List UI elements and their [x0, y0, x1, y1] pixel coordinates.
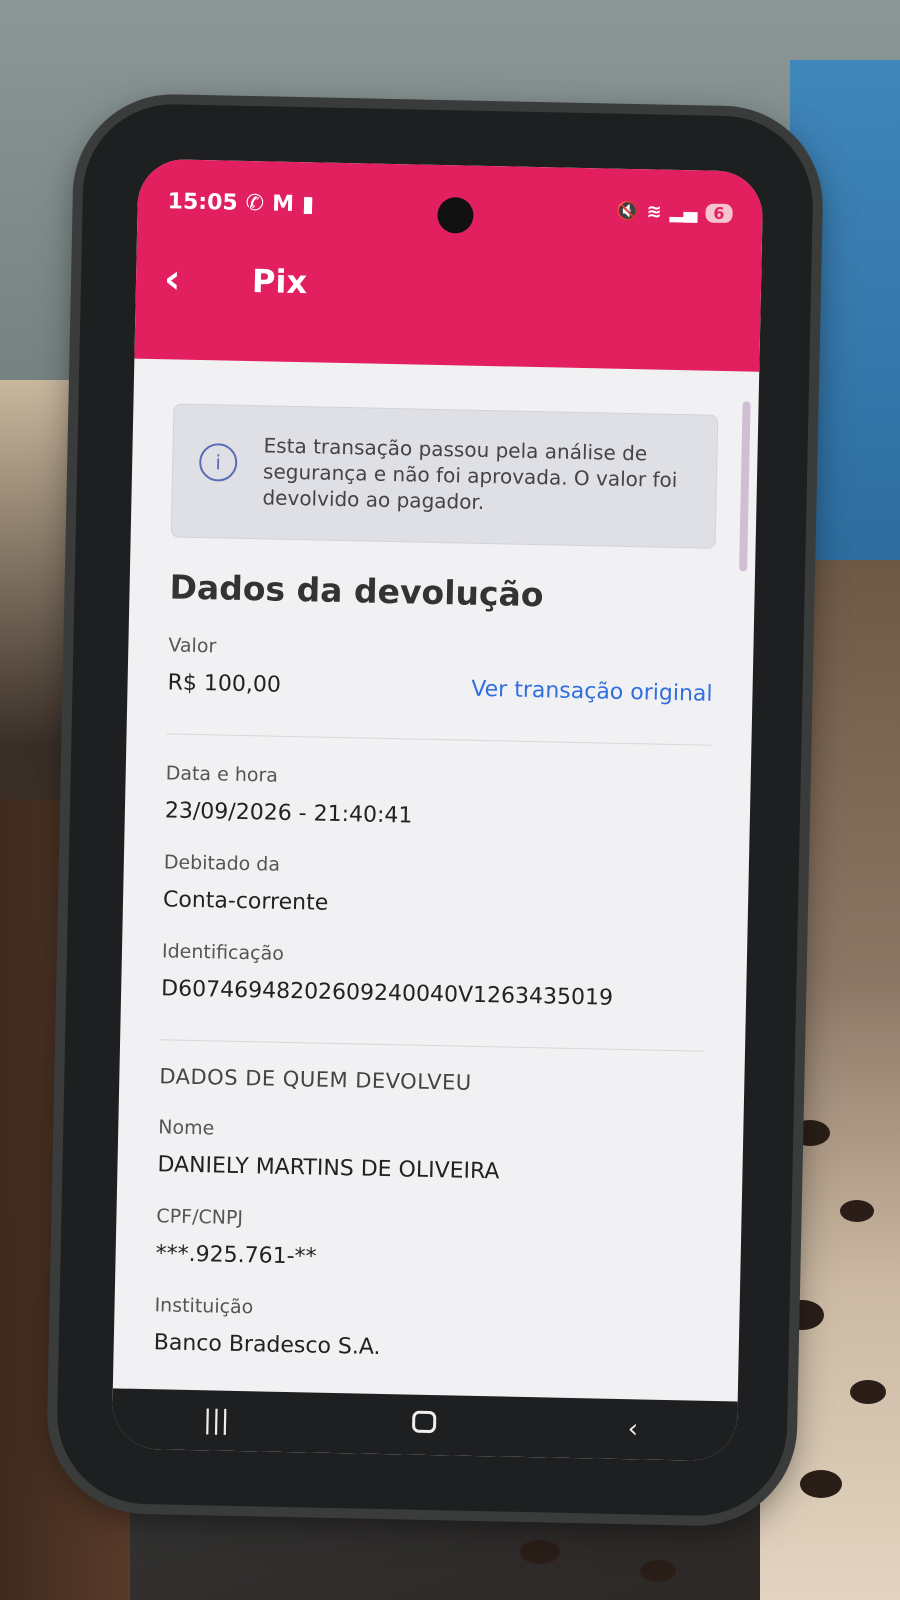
fabric-spot [520, 1540, 560, 1564]
fabric-spot [800, 1470, 842, 1498]
fabric-spot [790, 1120, 830, 1146]
datetime-value: 23/09/2026 - 21:40:41 [164, 798, 413, 829]
debited-label: Debitado da [163, 851, 281, 876]
identification-label: Identificação [161, 940, 285, 965]
home-icon [412, 1410, 437, 1434]
document-label: CPF/CNPJ [156, 1205, 244, 1230]
amount-label: Valor [168, 634, 217, 658]
page-title: Pix [251, 262, 308, 302]
recents-button[interactable]: ||| [176, 1405, 257, 1437]
document-value: ***.925.761-** [155, 1241, 317, 1270]
debited-value: Conta-corrente [162, 887, 329, 916]
status-time: 15:05 [167, 188, 238, 216]
mute-icon: 🔇 [616, 200, 639, 222]
phone-device: 15:05 ✆ M ▮ 🔇 ≋ ▂▄ 6 ‹ Pix i Esta transa… [55, 102, 815, 1518]
view-original-transaction-link[interactable]: Ver transação original [471, 677, 713, 707]
info-icon: i [198, 442, 238, 482]
home-button[interactable] [384, 1409, 465, 1441]
system-nav-bar: ||| ‹ [111, 1388, 738, 1462]
app-header: 15:05 ✆ M ▮ 🔇 ≋ ▂▄ 6 ‹ Pix [134, 158, 764, 372]
institution-label: Instituição [154, 1294, 254, 1319]
divider [166, 733, 712, 746]
front-camera [437, 196, 474, 234]
back-arrow-icon[interactable]: ‹ [164, 256, 225, 303]
name-label: Nome [158, 1116, 215, 1140]
identification-value: D60746948202609240040V1263435019 [160, 976, 614, 1011]
name-value: DANIELY MARTINS DE OLIVEIRA [157, 1152, 500, 1185]
phone-screen: 15:05 ✆ M ▮ 🔇 ≋ ▂▄ 6 ‹ Pix i Esta transa… [111, 158, 764, 1462]
whatsapp-icon: ✆ [245, 190, 265, 216]
institution-value: Banco Bradesco S.A. [153, 1330, 381, 1360]
toolbar: ‹ Pix [163, 249, 308, 312]
security-notice: i Esta transação passou pela análise de … [170, 403, 719, 549]
returner-section-header: DADOS DE QUEM DEVOLVEU [159, 1064, 472, 1095]
notice-text: Esta transação passou pela análise de se… [262, 433, 678, 514]
wifi-icon: ≋ [646, 200, 662, 223]
signal-icon: ▂▄ [669, 201, 698, 223]
fabric-spot [840, 1200, 874, 1222]
back-button[interactable]: ‹ [593, 1413, 674, 1445]
main-content: i Esta transação passou pela análise de … [113, 359, 759, 1402]
fabric-spot [640, 1560, 676, 1582]
divider [160, 1039, 706, 1052]
amount-value: R$ 100,00 [167, 670, 282, 698]
datetime-label: Data e hora [165, 762, 279, 787]
gmail-icon: M [271, 190, 295, 217]
section-title: Dados da devolução [169, 567, 544, 615]
fabric-spot [850, 1380, 886, 1404]
battery-icon: 6 [705, 203, 733, 223]
battery-saver-icon: ▮ [301, 191, 315, 217]
